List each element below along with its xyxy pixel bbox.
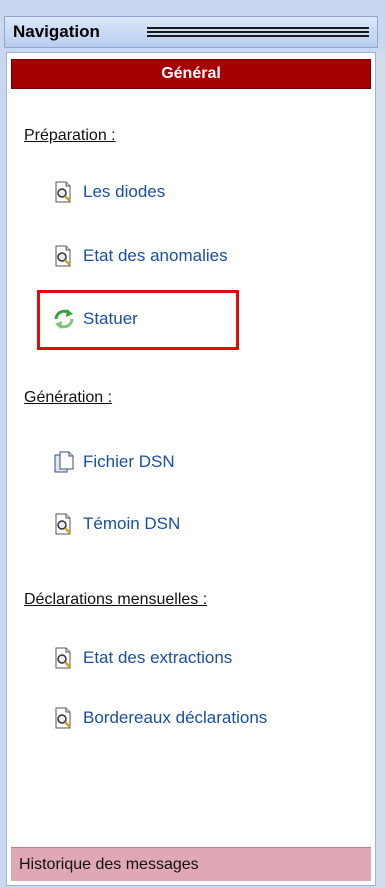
nav-item-label: Les diodes: [83, 182, 166, 201]
section-title-declarations-mensuelles: Déclarations mensuelles :: [24, 591, 208, 608]
tab-historique-des-messages[interactable]: Historique des messages: [11, 847, 371, 881]
nav-item-temoin-dsn[interactable]: Témoin DSN: [53, 511, 180, 537]
scrollbar-rail[interactable]: [376, 52, 385, 888]
document-search-icon: [53, 513, 75, 535]
drag-grip-icon[interactable]: [147, 27, 369, 39]
nav-item-label: Témoin DSN: [83, 514, 181, 533]
group-header-general[interactable]: Général: [11, 59, 371, 89]
document-copy-icon: [53, 451, 75, 473]
nav-item-bordereaux-declarations[interactable]: Bordereaux déclarations: [53, 705, 267, 731]
navigation-title-bar[interactable]: Navigation: [4, 16, 378, 48]
section-title-preparation: Préparation :: [24, 127, 116, 144]
nav-item-fichier-dsn[interactable]: Fichier DSN: [53, 449, 175, 475]
nav-item-etat-des-extractions[interactable]: Etat des extractions: [53, 645, 232, 671]
nav-item-label: Fichier DSN: [83, 452, 175, 471]
nav-item-les-diodes[interactable]: Les diodes: [53, 179, 165, 205]
group-header-label: Général: [161, 65, 221, 82]
nav-item-label: Etat des anomalies: [83, 246, 228, 265]
nav-item-label: Bordereaux déclarations: [83, 708, 268, 727]
navigation-pane: Navigation Général Préparation : Les dio…: [0, 0, 385, 888]
navigation-panel-body: Général Préparation : Les diodes Etat de…: [6, 52, 376, 886]
refresh-arrows-icon: [53, 308, 75, 330]
document-search-icon: [53, 707, 75, 729]
nav-item-label: Etat des extractions: [83, 648, 233, 667]
document-search-icon: [53, 647, 75, 669]
footer-tab-label: Historique des messages: [19, 856, 199, 873]
nav-item-statuer[interactable]: Statuer: [53, 306, 138, 332]
nav-item-etat-des-anomalies[interactable]: Etat des anomalies: [53, 243, 228, 269]
document-search-icon: [53, 245, 75, 267]
document-search-icon: [53, 181, 75, 203]
section-title-generation: Génération :: [24, 389, 113, 406]
panel-title: Navigation: [13, 22, 100, 41]
nav-item-label: Statuer: [83, 309, 138, 328]
